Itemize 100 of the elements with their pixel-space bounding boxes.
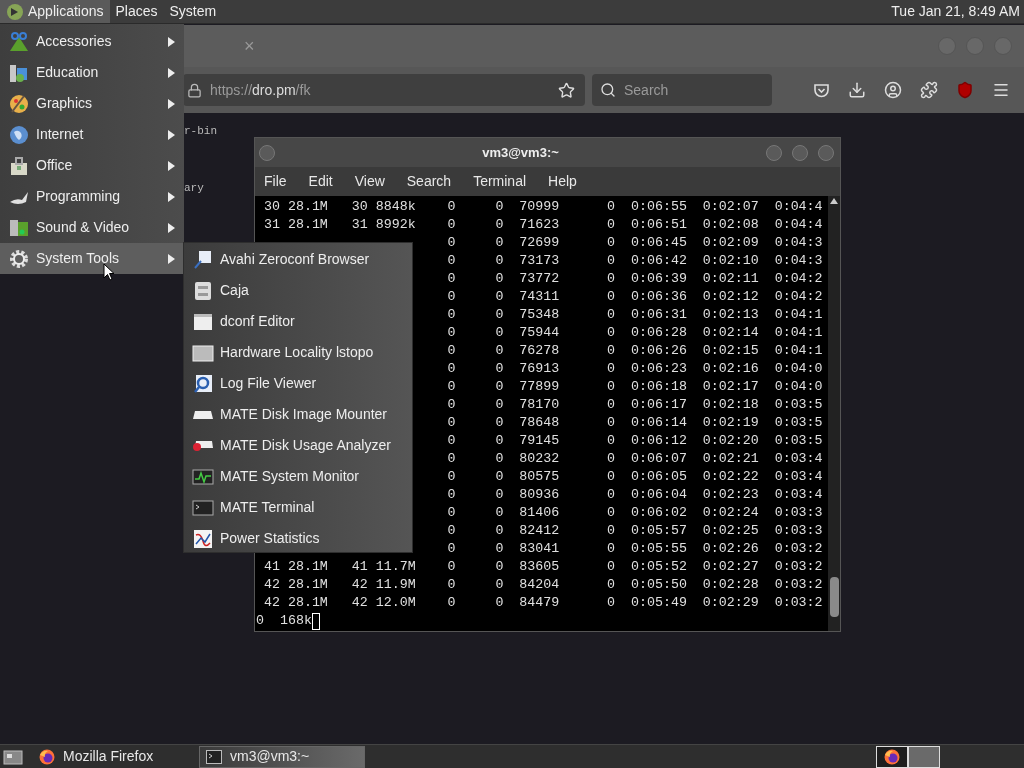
caret-icon (168, 253, 175, 264)
terminal-icon (206, 749, 222, 764)
page-text: ary (184, 180, 204, 196)
workspace[interactable] (908, 745, 940, 768)
show-desktop-icon[interactable] (3, 747, 23, 766)
page-text: r-bin (184, 124, 217, 139)
menu-item[interactable]: Office (0, 150, 184, 181)
fox-globe-icon (39, 748, 55, 765)
window-title: vm3@vm3:~ (481, 143, 560, 162)
menu-item[interactable]: Internet (0, 119, 184, 150)
caret-icon (168, 222, 175, 233)
menu-item[interactable]: dconf Editor (184, 306, 412, 337)
monitor-icon (192, 466, 214, 487)
terminal-line: 0 0 72699 0 0:06:45 0:02:09 0:04:3 (447, 234, 823, 252)
terminal-line: 0 168k (256, 612, 312, 630)
terminal-line: 0 0 74311 0 0:06:36 0:02:12 0:04:2 (447, 288, 823, 306)
terminal-line: 42 28.1M 42 12.0M (264, 595, 416, 610)
menu-item[interactable]: Sound & Video (0, 212, 184, 243)
menu-item[interactable]: View (354, 171, 385, 192)
menu-item[interactable]: Log File Viewer (184, 368, 412, 399)
caret-icon (168, 129, 175, 140)
account-icon[interactable] (884, 81, 902, 99)
url-field[interactable]: https://dro.pm/fk (183, 74, 585, 106)
terminal-line: 0 0 84479 0 0:05:49 0:02:29 0:03:2 (447, 594, 823, 612)
panel-icon (192, 342, 214, 363)
caret-icon (168, 36, 175, 47)
panel-menu[interactable]: System (163, 0, 223, 23)
scroll-thumb[interactable] (829, 577, 839, 617)
cabinet-icon (193, 280, 213, 301)
menu-item[interactable]: MATE Disk Usage Analyzer (184, 430, 412, 461)
terminal-line: 0 0 79145 0 0:06:12 0:02:20 0:03:5 (447, 432, 823, 450)
terminal-line: 0 0 83041 0 0:05:55 0:02:26 0:03:2 (447, 540, 823, 558)
menu-item[interactable]: System Tools (0, 243, 184, 274)
menu-item[interactable]: Programming (0, 181, 184, 212)
menu-item[interactable]: Help (548, 171, 577, 192)
menu-item[interactable]: Terminal (473, 171, 527, 192)
terminal-line: 0 0 77899 0 0:06:18 0:02:17 0:04:0 (447, 378, 823, 396)
terminal-line: 0 0 70999 0 0:06:55 0:02:07 0:04:4 (447, 198, 823, 216)
cursor (311, 612, 320, 630)
terminal-line: 0 0 82412 0 0:05:57 0:02:25 0:03:3 (447, 522, 823, 540)
star-icon[interactable] (558, 81, 575, 99)
search-icon (600, 82, 616, 98)
extensions-icon[interactable] (920, 81, 938, 99)
terminal-line: 0 0 73173 0 0:06:42 0:02:10 0:04:3 (447, 252, 823, 270)
terminal-line: 0 0 80575 0 0:06:05 0:02:22 0:03:4 (447, 468, 823, 486)
terminal-line: 0 0 73772 0 0:06:39 0:02:11 0:04:2 (447, 270, 823, 288)
scissors-icon (8, 30, 30, 53)
terminal-icon (192, 497, 214, 518)
terminal-line: 0 0 80936 0 0:06:04 0:02:23 0:03:4 (447, 486, 823, 504)
terminal-line: 0 0 76278 0 0:06:26 0:02:15 0:04:1 (447, 342, 823, 360)
terminal-line: 0 0 78170 0 0:06:17 0:02:18 0:03:5 (447, 396, 823, 414)
globe-icon (8, 123, 30, 146)
menu-item[interactable]: Edit (308, 171, 333, 192)
terminal-line: 0 0 75348 0 0:06:31 0:02:13 0:04:1 (447, 306, 823, 324)
panel-menu[interactable]: Applications (0, 0, 110, 23)
caret-icon (168, 191, 175, 202)
scrollbar[interactable] (828, 196, 840, 631)
menu-item[interactable]: MATE Terminal (184, 492, 412, 523)
graph-icon (193, 528, 213, 549)
mouse-pointer-icon (103, 263, 115, 281)
fox-globe-icon (884, 748, 900, 765)
menu-item[interactable]: Power Statistics (184, 523, 412, 554)
menu-item[interactable]: Caja (184, 275, 412, 306)
terminal-line: 31 28.1M 31 8992k (264, 217, 416, 232)
menu-item[interactable]: Avahi Zeroconf Browser (184, 244, 412, 275)
menu-item[interactable]: Search (406, 171, 452, 192)
caret-icon (168, 160, 175, 171)
panel-menu[interactable]: Places (109, 0, 164, 23)
clock[interactable]: Tue Jan 21, 8:49 AM (891, 1, 1020, 22)
terminal-line: 0 0 80232 0 0:06:07 0:02:21 0:03:4 (447, 450, 823, 468)
terminal-line: 0 0 71623 0 0:06:51 0:02:08 0:04:4 (447, 216, 823, 234)
download-icon[interactable] (848, 81, 866, 99)
terminal-line: 0 0 76913 0 0:06:23 0:02:16 0:04:0 (447, 360, 823, 378)
menu-item[interactable]: Education (0, 57, 184, 88)
terminal-line: 0 0 83605 0 0:05:52 0:02:27 0:03:2 (447, 558, 823, 576)
pocket-icon[interactable] (813, 81, 830, 99)
menu-item[interactable]: Hardware Locality lstopo (184, 337, 412, 368)
task-button[interactable]: Mozilla Firefox (33, 745, 199, 768)
url-text: https://dro.pm/fk (210, 80, 311, 100)
workspace[interactable] (876, 745, 908, 768)
menu-item[interactable]: File (264, 171, 287, 192)
scroll-up-icon[interactable] (830, 198, 838, 204)
gear-icon (8, 247, 30, 270)
window-icon (193, 311, 213, 332)
search-field[interactable]: Search (592, 74, 772, 106)
menu-item[interactable]: Graphics (0, 88, 184, 119)
menu-item[interactable]: MATE Disk Image Mounter (184, 399, 412, 430)
terminal-line: 30 28.1M 30 8848k (264, 199, 416, 214)
caret-icon (168, 67, 175, 78)
lock-icon (187, 82, 202, 98)
briefcase-icon (8, 154, 30, 177)
task-button[interactable]: vm3@vm3:~ (199, 745, 365, 768)
menu-icon[interactable] (992, 81, 1010, 99)
menu-item[interactable]: Accessories (0, 26, 184, 57)
terminal-line: 0 0 81406 0 0:06:02 0:02:24 0:03:3 (447, 504, 823, 522)
menu-item[interactable]: MATE System Monitor (184, 461, 412, 492)
mate-logo-icon (6, 2, 24, 21)
terminal-line: 42 28.1M 42 11.9M (264, 577, 416, 592)
terminal-line: 41 28.1M 41 11.7M (264, 559, 416, 574)
terminal-line: 0 0 78648 0 0:06:14 0:02:19 0:03:5 (447, 414, 823, 432)
